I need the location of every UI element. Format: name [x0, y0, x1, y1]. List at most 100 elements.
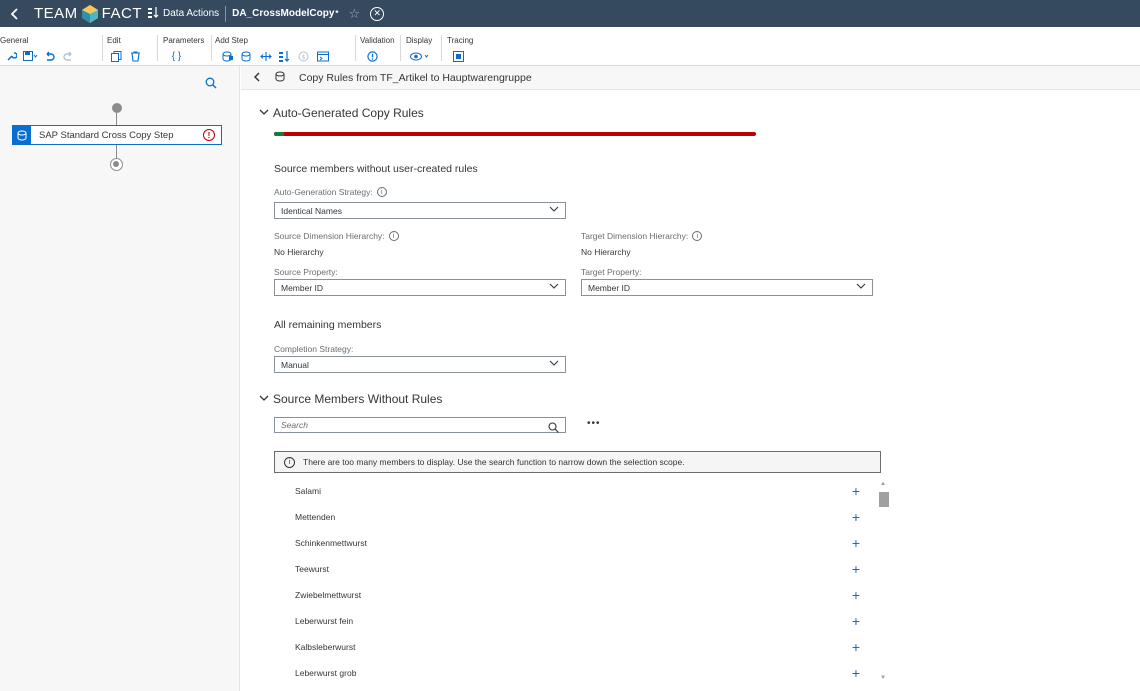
conversion-step-icon[interactable]: $ — [294, 49, 313, 63]
toolbar-group-label: Edit — [107, 36, 121, 45]
toolbar-group-label: Tracing — [447, 36, 474, 45]
toolbar-separator — [400, 35, 401, 61]
toolbar-group-label: Display — [406, 36, 433, 45]
more-options-button[interactable]: ••• — [587, 418, 601, 429]
target-property-select[interactable]: Member ID — [581, 279, 873, 296]
step-flow-panel: SAP Standard Cross Copy Step ! — [0, 66, 240, 691]
member-name: Leberwurst grob — [295, 668, 357, 678]
chevron-down-icon — [549, 205, 559, 215]
error-icon[interactable]: ! — [203, 129, 215, 141]
data-actions-label[interactable]: Data Actions — [163, 8, 219, 19]
delete-icon[interactable] — [126, 49, 145, 63]
embedded-step-icon[interactable] — [275, 49, 294, 63]
target-hierarchy-label: Target Dimension Hierarchy: i — [581, 231, 703, 241]
section-toggle-auto-rules[interactable]: Auto-Generated Copy Rules — [259, 106, 424, 120]
add-rule-plus-icon[interactable]: + — [848, 639, 864, 655]
completion-strategy-select[interactable]: Manual — [274, 356, 566, 373]
back-icon[interactable] — [0, 0, 30, 27]
star-icon[interactable]: ☆ — [349, 6, 361, 22]
svg-text:$: $ — [302, 54, 306, 61]
search-icon[interactable] — [548, 420, 559, 433]
shell-separator — [225, 5, 227, 22]
list-item[interactable]: Leberwurst grob + — [274, 660, 864, 686]
subsection-heading: All remaining members — [274, 319, 382, 331]
search-input[interactable] — [281, 420, 531, 430]
chevron-down-icon — [259, 393, 273, 405]
add-rule-plus-icon[interactable]: + — [848, 561, 864, 577]
step-label: SAP Standard Cross Copy Step — [39, 129, 174, 141]
copy-icon[interactable] — [107, 49, 126, 63]
script-step-icon[interactable] — [313, 49, 332, 63]
select-value: Identical Names — [281, 205, 342, 216]
tracing-icon[interactable] — [449, 49, 468, 63]
search-icon[interactable] — [205, 76, 217, 89]
info-icon[interactable]: i — [692, 231, 703, 241]
file-title: DA_CrossModelCopy — [232, 8, 335, 19]
logo-gem-icon — [80, 4, 100, 24]
source-property-select[interactable]: Member ID — [274, 279, 566, 296]
display-dropdown-icon[interactable] — [408, 49, 432, 63]
chevron-down-icon — [549, 282, 559, 292]
section-toggle-source-members[interactable]: Source Members Without Rules — [259, 392, 442, 406]
parameters-icon[interactable]: { } — [167, 49, 186, 63]
allocation-step-icon[interactable] — [256, 49, 275, 63]
back-icon[interactable] — [253, 70, 261, 85]
scroll-thumb[interactable] — [879, 492, 889, 507]
toolbar-separator — [102, 35, 103, 61]
copy-step-icon[interactable] — [218, 49, 237, 63]
cross-copy-step-icon — [13, 126, 31, 144]
list-item[interactable]: Zwiebelmettwurst + — [274, 582, 864, 608]
completion-strategy-label: Completion Strategy: — [274, 344, 354, 354]
member-name: Schinkenmettwurst — [295, 538, 367, 548]
auto-generation-strategy-select[interactable]: Identical Names — [274, 202, 566, 219]
add-rule-plus-icon[interactable]: + — [848, 483, 864, 499]
scroll-up-icon[interactable]: ▲ — [880, 481, 886, 487]
list-item[interactable]: Kalbsleberwurst + — [274, 634, 864, 660]
select-value: Member ID — [281, 282, 324, 293]
toolbar-group-label: Parameters — [163, 36, 205, 45]
undo-icon[interactable] — [40, 49, 59, 63]
add-rule-plus-icon[interactable]: + — [848, 535, 864, 551]
list-item[interactable]: Schinkenmettwurst + — [274, 530, 864, 556]
step-node-cross-copy[interactable]: SAP Standard Cross Copy Step ! — [12, 125, 222, 145]
member-name: Zwiebelmettwurst — [295, 590, 362, 600]
source-property-label: Source Property: — [274, 267, 338, 277]
logo-text-right: FACT — [101, 5, 143, 22]
connector-line — [116, 145, 117, 159]
member-name: Salami — [295, 486, 321, 496]
add-rule-plus-icon[interactable]: + — [848, 665, 864, 681]
cross-copy-step-icon[interactable] — [237, 49, 256, 63]
close-icon[interactable]: ✕ — [370, 6, 385, 21]
add-rule-plus-icon[interactable]: + — [848, 587, 864, 603]
validation-icon[interactable] — [363, 49, 382, 63]
list-item[interactable]: Salami + — [274, 478, 864, 504]
member-name: Leberwurst fein — [295, 616, 354, 626]
member-search-field[interactable] — [274, 417, 566, 433]
info-icon[interactable]: i — [376, 187, 387, 197]
redo-icon[interactable] — [59, 49, 78, 63]
end-node — [110, 158, 123, 171]
info-icon[interactable]: i — [388, 231, 399, 241]
list-scrollbar[interactable]: ▲ ▼ — [878, 481, 889, 691]
member-name: Kalbsleberwurst — [295, 642, 356, 652]
strategy-label: Auto-Generation Strategy: i — [274, 187, 387, 197]
list-item[interactable]: Teewurst + — [274, 556, 864, 582]
add-rule-plus-icon[interactable]: + — [848, 509, 864, 525]
member-list: Salami + Mettenden + Schinkenmettwurst + Teewu… — [274, 478, 864, 686]
save-dropdown-icon[interactable] — [21, 49, 40, 63]
list-item[interactable]: Mettenden + — [274, 504, 864, 530]
toolbar-separator — [441, 35, 442, 61]
wrench-icon[interactable] — [2, 49, 21, 63]
scroll-down-icon[interactable]: ▼ — [880, 675, 886, 681]
add-rule-plus-icon[interactable]: + — [848, 613, 864, 629]
connector-line — [116, 113, 117, 125]
start-node — [112, 103, 122, 113]
chevron-down-icon — [259, 107, 273, 119]
teamfact-logo: TEAM FACT — [34, 4, 142, 24]
member-name: Mettenden — [295, 512, 336, 522]
toolbar: General Edit Parameters { } Add Step $ V… — [0, 27, 1140, 66]
section-title: Auto-Generated Copy Rules — [273, 106, 424, 120]
page-title: Copy Rules from TF_Artikel to Hauptwaren… — [299, 71, 532, 84]
toolbar-group-label: Add Step — [215, 36, 248, 45]
list-item[interactable]: Leberwurst fein + — [274, 608, 864, 634]
